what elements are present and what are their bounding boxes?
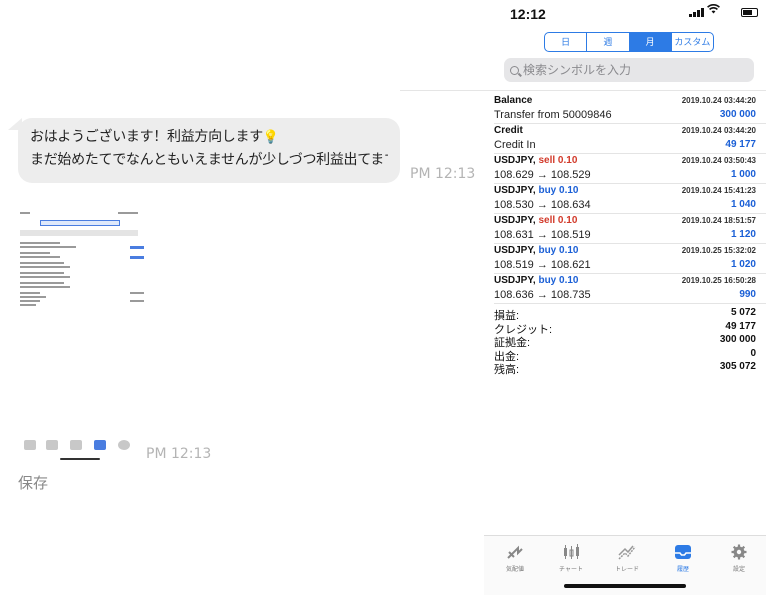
list-item[interactable]: Balance 2019.10.24 03:44:20 Transfer fro… (494, 94, 766, 124)
item-amount: 1 040 (730, 199, 756, 210)
status-time: 12:12 (510, 6, 546, 22)
item-title: USDJPY, sell 0.10 (494, 155, 578, 166)
list-item[interactable]: USDJPY, sell 0.10 2019.10.24 18:51:57 10… (494, 214, 766, 244)
home-indicator (564, 584, 686, 588)
message-time-2: PM 12:13 (146, 446, 212, 462)
item-amount: 990 (739, 289, 756, 300)
message-bubble[interactable]: おはようございます！利益方向します💡 まだ始めたてでなんともいえませんが少しづつ… (18, 118, 400, 183)
tab-history[interactable]: 履歴 (658, 544, 708, 573)
item-detail: 108.636 → 108.735 (494, 289, 591, 301)
item-title: USDJPY, buy 0.10 (494, 185, 579, 196)
history-list: Balance 2019.10.24 03:44:20 Transfer fro… (494, 94, 766, 304)
item-date: 2019.10.24 18:51:57 (681, 216, 756, 225)
item-amount: 1 000 (730, 169, 756, 180)
list-item[interactable]: Credit 2019.10.24 03:44:20 Credit In 49 … (494, 124, 766, 154)
period-segmented-control: 日 週 月 カスタム (544, 32, 714, 52)
lightbulb-icon: 💡 (262, 130, 279, 145)
quotes-icon (507, 545, 523, 559)
message-time: PM 12:13 (410, 166, 476, 182)
tab-week[interactable]: 週 (587, 33, 630, 51)
tab-settings[interactable]: 設定 (714, 544, 764, 573)
summary-row-profit: 損益: 5 072 (494, 307, 756, 322)
item-detail: Credit In (494, 139, 536, 151)
item-side: buy 0.10 (538, 185, 579, 196)
tab-quotes[interactable]: 気配値 (490, 544, 540, 573)
bottom-tab-bar: 気配値 チャート トレード 履歴 設定 (484, 535, 766, 595)
tab-trade[interactable]: トレード (602, 544, 652, 573)
item-detail: Transfer from 50009846 (494, 109, 612, 121)
item-date: 2019.10.24 03:44:20 (681, 126, 756, 135)
item-side: buy 0.10 (538, 245, 579, 256)
save-link[interactable]: 保存 (18, 472, 48, 493)
wifi-icon (707, 4, 720, 17)
search-icon (510, 66, 519, 75)
item-title: Balance (494, 95, 533, 106)
history-icon (675, 545, 691, 559)
tab-day[interactable]: 日 (545, 33, 588, 51)
item-title: USDJPY, buy 0.10 (494, 275, 579, 286)
item-detail: 108.631 → 108.519 (494, 229, 591, 241)
list-item[interactable]: USDJPY, sell 0.10 2019.10.24 03:50:43 10… (494, 154, 766, 184)
divider (400, 90, 766, 91)
search-input[interactable]: 検索シンボルを入力 (504, 58, 754, 82)
signal-icon (689, 8, 704, 17)
tab-month[interactable]: 月 (629, 33, 672, 51)
summary-row-credit: クレジット: 49 177 (494, 320, 756, 336)
settings-icon (731, 544, 747, 560)
message-line-2: まだ始めたてでなんともいえませんが少しづつ利益出てます☺ (30, 152, 388, 168)
phone-screen: 12:12 日 週 月 カスタム 検索シンボルを入力 Balance 2019.… (400, 0, 766, 595)
summary-row-deposit: 証拠金: 300 000 (494, 334, 756, 349)
item-amount: 300 000 (719, 109, 756, 120)
item-date: 2019.10.24 03:44:20 (681, 96, 756, 105)
item-side: sell 0.10 (538, 215, 578, 226)
item-date: 2019.10.24 03:50:43 (681, 156, 756, 165)
item-title: USDJPY, sell 0.10 (494, 215, 578, 226)
message-line-1: おはようございます！利益方向します💡 (30, 126, 388, 149)
item-detail: 108.519 → 108.621 (494, 259, 591, 271)
summary-row-withdrawal: 出金: 0 (494, 347, 756, 363)
chart-icon (564, 544, 579, 559)
trade-icon (618, 545, 636, 560)
item-side: buy 0.10 (538, 275, 579, 286)
item-title: USDJPY, buy 0.10 (494, 245, 579, 256)
tabbar-thumbnail[interactable] (18, 438, 134, 462)
list-item[interactable]: USDJPY, buy 0.10 2019.10.24 15:41:23 108… (494, 184, 766, 214)
item-side: sell 0.10 (538, 155, 578, 166)
item-amount: 49 177 (725, 139, 756, 150)
list-item[interactable]: USDJPY, buy 0.10 2019.10.25 15:32:02 108… (494, 244, 766, 274)
summary-row-balance: 残高: 305 072 (494, 361, 756, 376)
item-amount: 1 020 (730, 259, 756, 270)
screenshot-thumbnail[interactable] (18, 208, 150, 308)
item-date: 2019.10.25 15:32:02 (681, 246, 756, 255)
tab-custom[interactable]: カスタム (672, 33, 713, 51)
item-title: Credit (494, 125, 523, 136)
summary-panel: 損益: 5 072 クレジット: 49 177 証拠金: 300 000 出金: 0 残… (494, 307, 756, 376)
item-detail: 108.629 → 108.529 (494, 169, 591, 181)
item-date: 2019.10.24 15:41:23 (681, 186, 756, 195)
list-item[interactable]: USDJPY, buy 0.10 2019.10.25 16:50:28 108… (494, 274, 766, 304)
item-detail: 108.530 → 108.634 (494, 199, 591, 211)
battery-icon (741, 8, 758, 17)
tab-chart[interactable]: チャート (546, 544, 596, 573)
item-amount: 1 120 (730, 229, 756, 240)
item-date: 2019.10.25 16:50:28 (681, 276, 756, 285)
status-bar: 12:12 (484, 0, 766, 26)
search-placeholder: 検索シンボルを入力 (523, 63, 632, 77)
